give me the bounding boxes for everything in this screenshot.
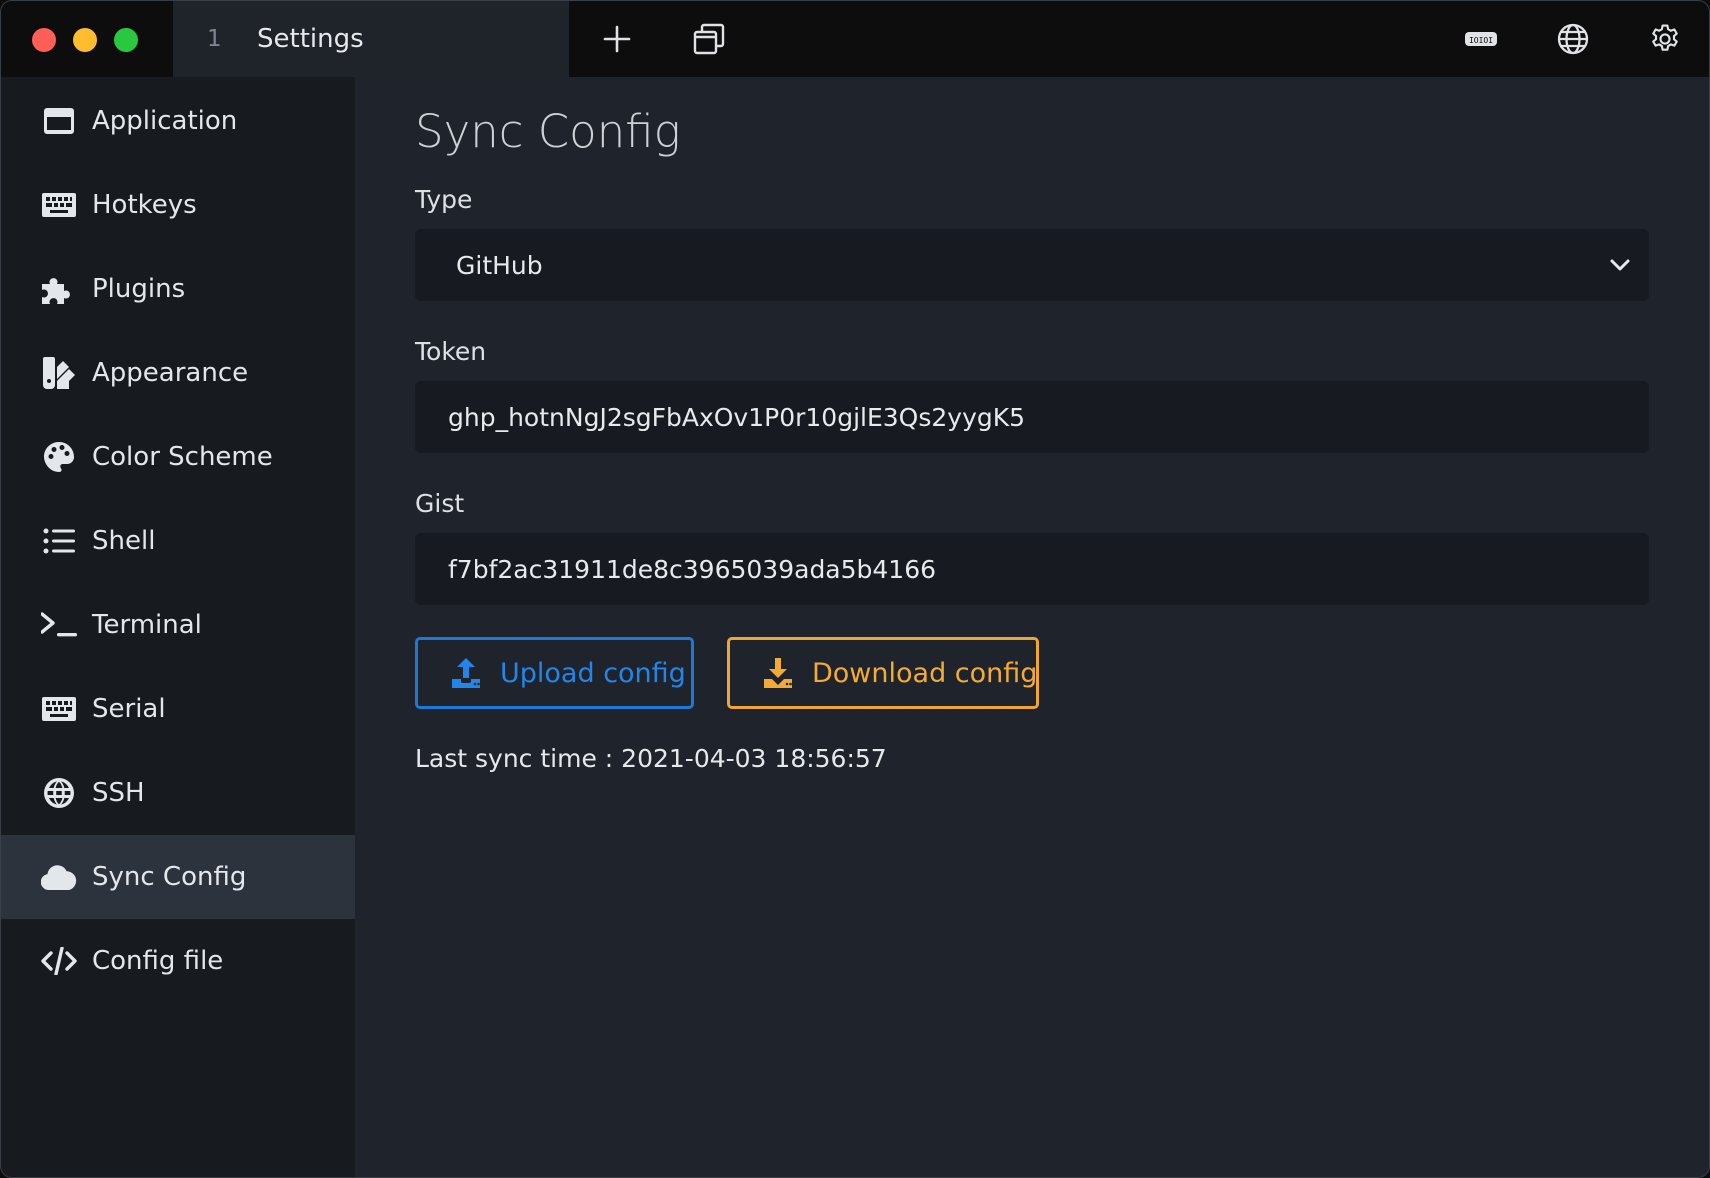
gear-icon xyxy=(1652,24,1678,51)
token-label: Token xyxy=(415,337,487,366)
upload-config-button[interactable]: Upload config xyxy=(415,637,694,709)
serial-port-button[interactable]: IOIOI xyxy=(1461,19,1501,59)
sidebar-item-label: Appearance xyxy=(92,358,249,388)
sidebar-item-appearance[interactable]: Appearance xyxy=(1,331,355,415)
sidebar-item-color-scheme[interactable]: Color Scheme xyxy=(1,415,355,499)
sidebar-item-label: Application xyxy=(92,106,238,136)
sidebar-item-label: Config file xyxy=(92,946,224,976)
sidebar-item-serial[interactable]: Serial xyxy=(1,667,355,751)
tab-title: Settings xyxy=(257,24,364,54)
close-window-button[interactable] xyxy=(32,28,56,52)
window-stack-icon xyxy=(693,23,725,55)
gist-input[interactable]: f7bf2ac31911de8c3965039ada5b4166 xyxy=(415,533,1649,605)
settings-sidebar: Application Hotkeys Plugins Appearance C xyxy=(1,77,355,1177)
globe-icon xyxy=(1557,23,1589,55)
plus-icon xyxy=(603,25,631,53)
sidebar-item-label: Shell xyxy=(92,526,156,556)
new-window-button[interactable] xyxy=(689,19,729,59)
globe-icon xyxy=(41,775,77,811)
svg-text:IOIOI: IOIOI xyxy=(1469,36,1493,45)
upload-icon xyxy=(452,658,480,688)
new-tab-button[interactable] xyxy=(597,19,637,59)
code-icon xyxy=(41,943,77,979)
network-button[interactable] xyxy=(1553,19,1593,59)
sidebar-item-label: SSH xyxy=(92,778,145,808)
sidebar-item-label: Sync Config xyxy=(92,862,247,892)
page-title: Sync Config xyxy=(415,105,681,158)
traffic-lights xyxy=(32,28,138,52)
download-icon xyxy=(764,658,792,688)
sidebar-item-terminal[interactable]: Terminal xyxy=(1,583,355,667)
gist-label: Gist xyxy=(415,489,465,518)
sidebar-item-shell[interactable]: Shell xyxy=(1,499,355,583)
sync-config-panel: Sync Config Type GitHub Token ghp_hotnNg… xyxy=(355,77,1709,1177)
chevron-down-icon xyxy=(1610,259,1630,271)
swatchbook-icon xyxy=(41,355,77,391)
keyboard-icon xyxy=(41,187,77,223)
terminal-prompt-icon xyxy=(41,607,77,643)
gist-value: f7bf2ac31911de8c3965039ada5b4166 xyxy=(448,554,937,584)
zoom-window-button[interactable] xyxy=(114,28,138,52)
serial-port-icon: IOIOI xyxy=(1465,32,1497,46)
last-sync-time: Last sync time : 2021-04-03 18:56:57 xyxy=(415,744,887,773)
tab-number: 1 xyxy=(207,26,222,52)
download-config-label: Download config xyxy=(812,657,1038,689)
title-bar: 1 Settings IOIOI xyxy=(1,1,1709,77)
list-icon xyxy=(41,523,77,559)
app-window: 1 Settings IOIOI Application Hotkeys Plu… xyxy=(0,0,1710,1178)
token-value: ghp_hotnNgJ2sgFbAxOv1P0r10gjlE3Qs2yygK5 xyxy=(448,402,1026,432)
type-select-value: GitHub xyxy=(456,250,543,280)
sidebar-item-sync-config[interactable]: Sync Config xyxy=(1,835,355,919)
sidebar-item-config-file[interactable]: Config file xyxy=(1,919,355,1003)
palette-icon xyxy=(41,439,77,475)
sidebar-item-label: Hotkeys xyxy=(92,190,197,220)
sidebar-item-label: Serial xyxy=(92,694,166,724)
token-input[interactable]: ghp_hotnNgJ2sgFbAxOv1P0r10gjlE3Qs2yygK5 xyxy=(415,381,1649,453)
cloud-icon xyxy=(41,859,77,895)
sidebar-item-hotkeys[interactable]: Hotkeys xyxy=(1,163,355,247)
sidebar-item-label: Terminal xyxy=(92,610,202,640)
upload-config-label: Upload config xyxy=(500,657,686,689)
sidebar-item-label: Color Scheme xyxy=(92,442,273,472)
type-label: Type xyxy=(415,185,473,214)
download-config-button[interactable]: Download config xyxy=(727,637,1039,709)
sidebar-item-plugins[interactable]: Plugins xyxy=(1,247,355,331)
sidebar-item-label: Plugins xyxy=(92,274,186,304)
keyboard-icon xyxy=(41,691,77,727)
sidebar-item-application[interactable]: Application xyxy=(1,79,355,163)
type-select[interactable]: GitHub xyxy=(415,229,1649,301)
puzzle-icon xyxy=(41,271,77,307)
window-icon xyxy=(41,103,77,139)
sidebar-item-ssh[interactable]: SSH xyxy=(1,751,355,835)
settings-button[interactable] xyxy=(1645,19,1685,59)
minimize-window-button[interactable] xyxy=(73,28,97,52)
tab-settings[interactable]: 1 Settings xyxy=(173,1,569,77)
